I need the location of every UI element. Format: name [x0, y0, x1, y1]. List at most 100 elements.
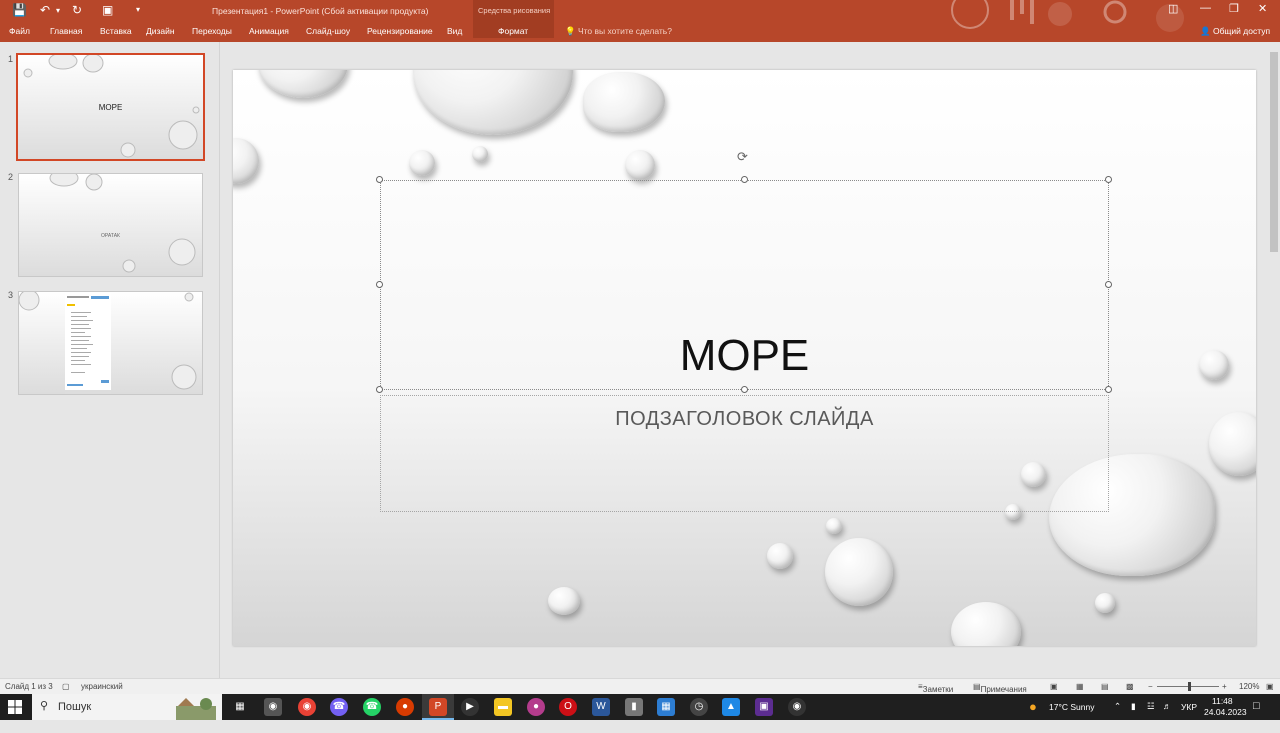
language-indicator[interactable]: украинский — [81, 682, 123, 691]
slide-thumbnail-1[interactable]: МОРЕ — [16, 53, 205, 161]
notes-label: Заметки — [922, 685, 954, 694]
video-editor-icon[interactable]: ▣ — [755, 698, 773, 716]
slide-subtitle[interactable]: ПОДЗАГОЛОВОК СЛАЙДА — [381, 408, 1108, 431]
spellcheck-icon[interactable]: ▢ — [62, 682, 70, 691]
share-label: Общий доступ — [1212, 26, 1271, 36]
water-drop-image — [258, 70, 348, 98]
close-icon[interactable]: ✕ — [1258, 2, 1267, 15]
redo-icon[interactable]: ↻ — [72, 3, 82, 17]
comments-button[interactable]: ▤ Примечания — [973, 682, 1027, 694]
start-slideshow-icon[interactable]: ▣ — [102, 3, 113, 17]
file-explorer-icon[interactable]: ▬ — [494, 698, 512, 716]
tab-insert[interactable]: Вставка — [100, 26, 132, 36]
volume-icon[interactable]: ♬ — [1163, 701, 1172, 727]
media-player-icon[interactable]: ▶ — [461, 698, 479, 716]
whatsapp-icon[interactable]: ☎ — [363, 698, 381, 716]
undo-dropdown-icon[interactable]: ▾ — [56, 6, 60, 15]
notes-button[interactable]: ≡ Заметки — [918, 682, 953, 694]
zoom-out-icon[interactable]: − — [1148, 682, 1153, 691]
search-highlight-image — [176, 698, 216, 720]
clock-date[interactable]: 24.04.2023 — [1204, 707, 1247, 733]
tab-design[interactable]: Дизайн — [146, 26, 175, 36]
resize-handle[interactable] — [376, 281, 383, 288]
weather-text[interactable]: 17°C Sunny — [1049, 702, 1094, 728]
title-placeholder[interactable]: МОРЕ — [380, 180, 1109, 390]
tray-overflow-icon[interactable]: ⌃ — [1114, 701, 1121, 727]
opera-icon[interactable]: O — [559, 698, 577, 716]
ribbon-display-options-icon[interactable]: ◫ — [1168, 2, 1178, 15]
zoom-in-icon[interactable]: + — [1222, 682, 1227, 691]
save-icon[interactable]: 💾 — [12, 3, 27, 17]
map-pin-app-icon[interactable]: ● — [396, 698, 414, 716]
minimize-icon[interactable]: — — [1200, 2, 1211, 14]
slide-thumbnail-pane: 1 МОРЕ 2 ОРАТАК 3 — [0, 42, 220, 678]
screen-recorder-icon[interactable]: ◉ — [788, 698, 806, 716]
undo-icon[interactable]: ↶ — [40, 3, 50, 17]
tab-slideshow[interactable]: Слайд-шоу — [306, 26, 350, 36]
chrome-icon[interactable]: ◉ — [298, 698, 316, 716]
tab-view[interactable]: Вид — [447, 26, 462, 36]
photos-icon[interactable]: ▲ — [722, 698, 740, 716]
share-button[interactable]: 👤 Общий доступ — [1200, 26, 1270, 37]
battery-icon[interactable]: ▮ — [1131, 701, 1136, 727]
water-drop-image — [548, 587, 580, 615]
slide-sorter-icon[interactable]: ▦ — [1076, 682, 1084, 691]
task-view-icon[interactable]: ▦ — [231, 698, 249, 716]
tell-me-search[interactable]: 💡 Что вы хотите сделать? — [565, 26, 672, 37]
title-bar: 💾 ↶ ▾ ↻ ▣ ▾ Презентация1 - PowerPoint (С… — [0, 0, 1280, 42]
resize-handle[interactable] — [741, 386, 748, 393]
tab-animations[interactable]: Анимация — [249, 26, 289, 36]
calculator-icon[interactable]: ▦ — [657, 698, 675, 716]
word-icon[interactable]: W — [592, 698, 610, 716]
network-icon[interactable]: ☳ — [1147, 701, 1155, 727]
paint-drop-icon[interactable]: ● — [527, 698, 545, 716]
tab-transitions[interactable]: Переходы — [192, 26, 232, 36]
subtitle-placeholder[interactable]: ПОДЗАГОЛОВОК СЛАЙДА — [380, 395, 1109, 512]
restore-icon[interactable]: ❐ — [1229, 2, 1239, 15]
slide-thumbnail-2[interactable]: ОРАТАК — [18, 173, 203, 277]
customize-toolbar-icon[interactable]: ▾ — [136, 5, 140, 14]
resize-handle[interactable] — [376, 176, 383, 183]
slide-title[interactable]: МОРЕ — [381, 331, 1108, 381]
tab-home[interactable]: Главная — [50, 26, 82, 36]
reading-view-icon[interactable]: ▤ — [1101, 682, 1109, 691]
taskbar-search-box[interactable]: ⚲ Пошук — [32, 694, 222, 720]
thumbnail-title: МОРЕ — [98, 103, 123, 112]
resize-handle[interactable] — [376, 386, 383, 393]
water-drop-image — [951, 602, 1021, 646]
powerpoint-icon[interactable]: P — [429, 698, 447, 716]
resize-handle[interactable] — [741, 176, 748, 183]
notifications-icon[interactable]: □ — [1253, 700, 1260, 726]
zoom-level[interactable]: 120% — [1239, 682, 1259, 691]
water-drop-image — [472, 146, 488, 162]
vertical-scrollbar[interactable] — [1268, 42, 1280, 678]
thumbnail-number: 2 — [8, 172, 14, 182]
tab-review[interactable]: Рецензирование — [367, 26, 433, 36]
slide-editing-area: МОРЕ ⟳ ПОДЗАГОЛОВОК СЛАЙДА — [220, 42, 1268, 678]
water-drop-image — [413, 70, 573, 135]
tab-file[interactable]: Файл — [9, 26, 30, 36]
rotate-handle-icon[interactable]: ⟳ — [737, 150, 751, 164]
search-icon: ⚲ — [40, 700, 49, 712]
water-drop-image — [825, 538, 893, 606]
resize-handle[interactable] — [1105, 176, 1112, 183]
resize-handle[interactable] — [1105, 386, 1112, 393]
microphone-app-icon[interactable]: ▮ — [625, 698, 643, 716]
resize-handle[interactable] — [1105, 281, 1112, 288]
tab-format[interactable]: Формат — [498, 26, 528, 36]
camera-app-icon[interactable]: ◉ — [264, 698, 282, 716]
clock-app-icon[interactable]: ◷ — [690, 698, 708, 716]
current-slide[interactable]: МОРЕ ⟳ ПОДЗАГОЛОВОК СЛАЙДА — [233, 70, 1256, 646]
water-drop-image — [767, 543, 793, 569]
slide-thumbnail-3[interactable] — [18, 291, 203, 395]
water-drop-image — [826, 518, 842, 534]
fit-to-window-icon[interactable]: ▣ — [1266, 682, 1274, 691]
zoom-slider-knob[interactable] — [1188, 682, 1191, 691]
scrollbar-thumb[interactable] — [1270, 52, 1278, 252]
slideshow-view-icon[interactable]: ▩ — [1126, 682, 1134, 691]
input-language[interactable]: УКР — [1181, 702, 1197, 728]
normal-view-icon[interactable]: ▣ — [1050, 682, 1058, 691]
viber-icon[interactable]: ☎ — [330, 698, 348, 716]
windows-start-icon[interactable] — [8, 700, 22, 714]
water-drop-image — [409, 150, 435, 176]
